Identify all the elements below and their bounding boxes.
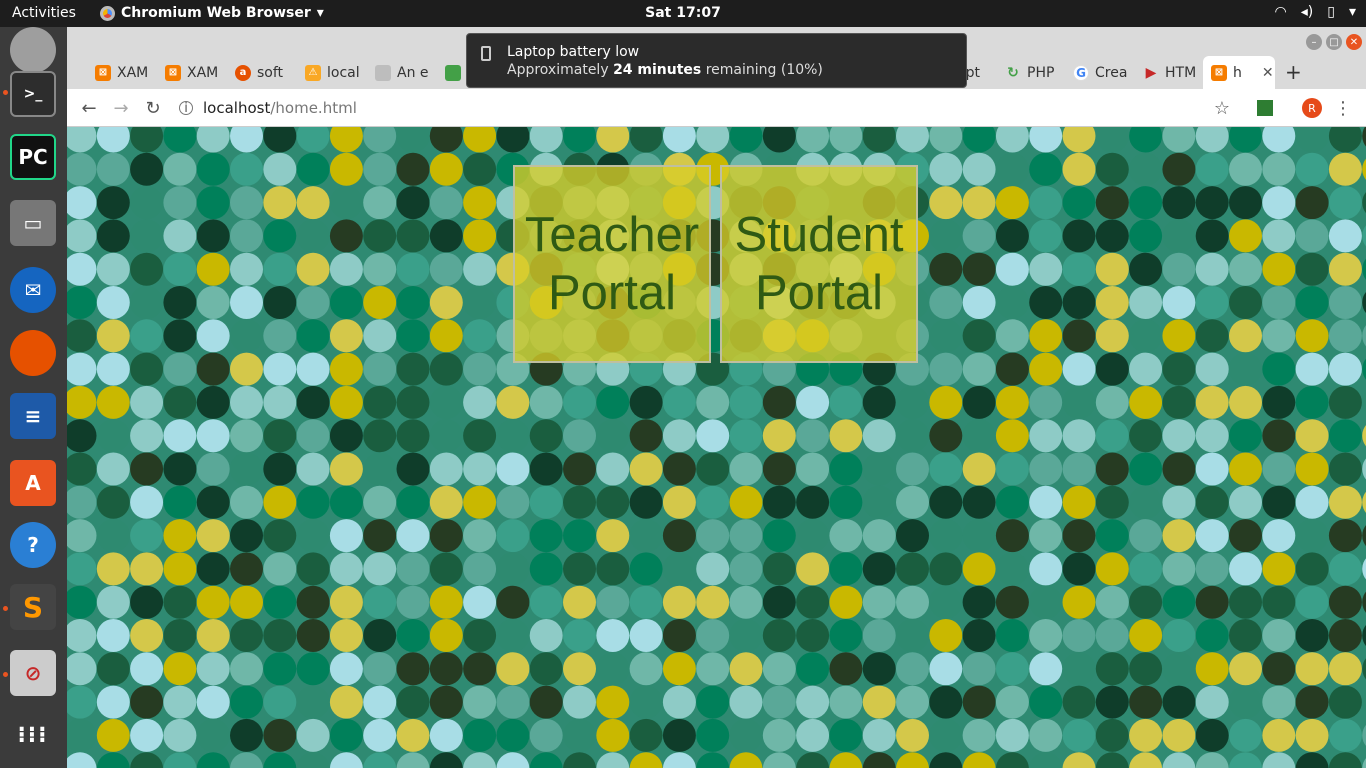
- dock: >_ PC ▭ ✉ ≡ A ? S ⊘ ⁝⁝⁝: [0, 27, 67, 768]
- system-tray[interactable]: ◠ ◂) ▯ ▾: [1275, 4, 1356, 20]
- battery-low-icon: [481, 46, 491, 61]
- chromium-launcher[interactable]: [10, 27, 56, 73]
- show-apps-grid-icon[interactable]: ⁝⁝⁝: [10, 712, 56, 758]
- tab-label: soft: [257, 64, 284, 81]
- notification-body-prefix: Approximately: [507, 62, 614, 78]
- reload-icon[interactable]: ↻: [141, 96, 165, 120]
- notification-body: Approximately 24 minutes remaining (10%): [507, 62, 823, 78]
- xampp-icon: ⊠: [1211, 64, 1227, 81]
- tab[interactable]: ⊠ XAM: [157, 56, 227, 89]
- volume-icon: ◂): [1300, 4, 1314, 20]
- app-menu-label: Chromium Web Browser: [121, 5, 311, 21]
- tab-label: XAM: [117, 64, 149, 81]
- circle-pattern-background: [67, 127, 1366, 768]
- tab-label: PHP: [1027, 64, 1055, 81]
- google-icon: G: [1073, 64, 1089, 81]
- tab-label: Crea: [1095, 64, 1128, 81]
- system-top-bar: Activities Chromium Web Browser ▾ Sat 17…: [0, 0, 1366, 27]
- bookmark-star-icon[interactable]: ☆: [1210, 96, 1234, 120]
- tab[interactable]: ▶ HTM: [1135, 56, 1203, 89]
- close-window-icon[interactable]: ✕: [1346, 34, 1362, 50]
- firefox-launcher[interactable]: [10, 330, 56, 376]
- chevron-down-icon: ▾: [1348, 4, 1356, 20]
- refresh-green-icon: ↻: [1007, 64, 1019, 81]
- writer-launcher[interactable]: ≡: [10, 393, 56, 439]
- terminal-launcher[interactable]: >_: [10, 71, 56, 117]
- notification-body-bold: 24 minutes: [613, 62, 702, 78]
- tab-label: HTM: [1165, 64, 1197, 81]
- chevron-down-icon: ▾: [316, 5, 324, 21]
- activities-button[interactable]: Activities: [12, 5, 76, 21]
- tab-active[interactable]: ⊠ h ✕: [1203, 56, 1275, 89]
- help-launcher[interactable]: ?: [10, 522, 56, 568]
- tab[interactable]: [437, 56, 467, 89]
- extension-icon[interactable]: [1253, 96, 1277, 120]
- tab[interactable]: G Crea: [1065, 56, 1133, 89]
- tab-label: local: [327, 64, 360, 81]
- xampp-icon: ⊠: [95, 64, 111, 81]
- tab-label: h: [1233, 64, 1242, 81]
- app-menu[interactable]: Chromium Web Browser ▾: [100, 5, 324, 21]
- student-portal-button[interactable]: Student Portal: [720, 165, 918, 363]
- running-indicator: [3, 606, 8, 611]
- teacher-portal-label: Teacher Portal: [524, 208, 700, 320]
- new-tab-button[interactable]: +: [1285, 60, 1302, 84]
- tab-label: XAM: [187, 64, 219, 81]
- url-path: /home.html: [270, 99, 357, 117]
- battery-icon: ▯: [1327, 4, 1335, 20]
- tab[interactable]: ⚠ local: [297, 56, 367, 89]
- xampp-icon: ⊠: [165, 64, 181, 81]
- tab[interactable]: a soft: [227, 56, 297, 89]
- thunderbird-launcher[interactable]: ✉: [10, 267, 56, 313]
- teacher-portal-button[interactable]: Teacher Portal: [513, 165, 711, 363]
- files-launcher[interactable]: ▭: [10, 200, 56, 246]
- askubuntu-icon: a: [235, 64, 251, 81]
- maximize-icon[interactable]: □: [1326, 34, 1342, 50]
- close-icon[interactable]: ✕: [1262, 65, 1274, 81]
- pycharm-launcher[interactable]: PC: [10, 134, 56, 180]
- back-icon[interactable]: ←: [77, 96, 101, 120]
- running-indicator: [3, 90, 8, 95]
- sublime-launcher[interactable]: S: [10, 584, 56, 630]
- green-icon: [445, 64, 461, 81]
- wifi-icon: ◠: [1274, 4, 1287, 20]
- tab[interactable]: An e: [367, 56, 437, 89]
- tab[interactable]: ↻ PHP: [997, 56, 1065, 89]
- info-icon[interactable]: i: [179, 101, 193, 116]
- notification-title: Laptop battery low: [507, 44, 640, 60]
- student-portal-label: Student Portal: [734, 208, 904, 320]
- running-indicator: [3, 672, 8, 677]
- battery-notification[interactable]: Laptop battery low Approximately 24 minu…: [466, 33, 967, 88]
- address-bar[interactable]: i localhost/home.html: [179, 99, 357, 117]
- forward-icon[interactable]: →: [109, 96, 133, 120]
- software-launcher[interactable]: A: [10, 460, 56, 506]
- avatar: R: [1302, 98, 1322, 118]
- play-red-icon: ▶: [1145, 64, 1157, 81]
- document-icon: [375, 64, 391, 81]
- url-host: localhost: [203, 99, 271, 117]
- profile-avatar[interactable]: R: [1300, 96, 1324, 120]
- chromium-icon: [100, 5, 115, 21]
- tab[interactable]: ⊠ XAM: [87, 56, 157, 89]
- phpmyadmin-icon: ⚠: [305, 64, 321, 81]
- page-content: Teacher Portal Student Portal: [67, 127, 1366, 768]
- tab-label: An e: [397, 64, 429, 81]
- minimize-icon[interactable]: –: [1306, 34, 1322, 50]
- notification-body-suffix: remaining (10%): [701, 62, 823, 78]
- browser-toolbar: ← → ↻ i localhost/home.html ☆ R ⋮: [67, 89, 1366, 127]
- app-launcher[interactable]: ⊘: [10, 650, 56, 696]
- menu-kebab-icon[interactable]: ⋮: [1331, 96, 1355, 120]
